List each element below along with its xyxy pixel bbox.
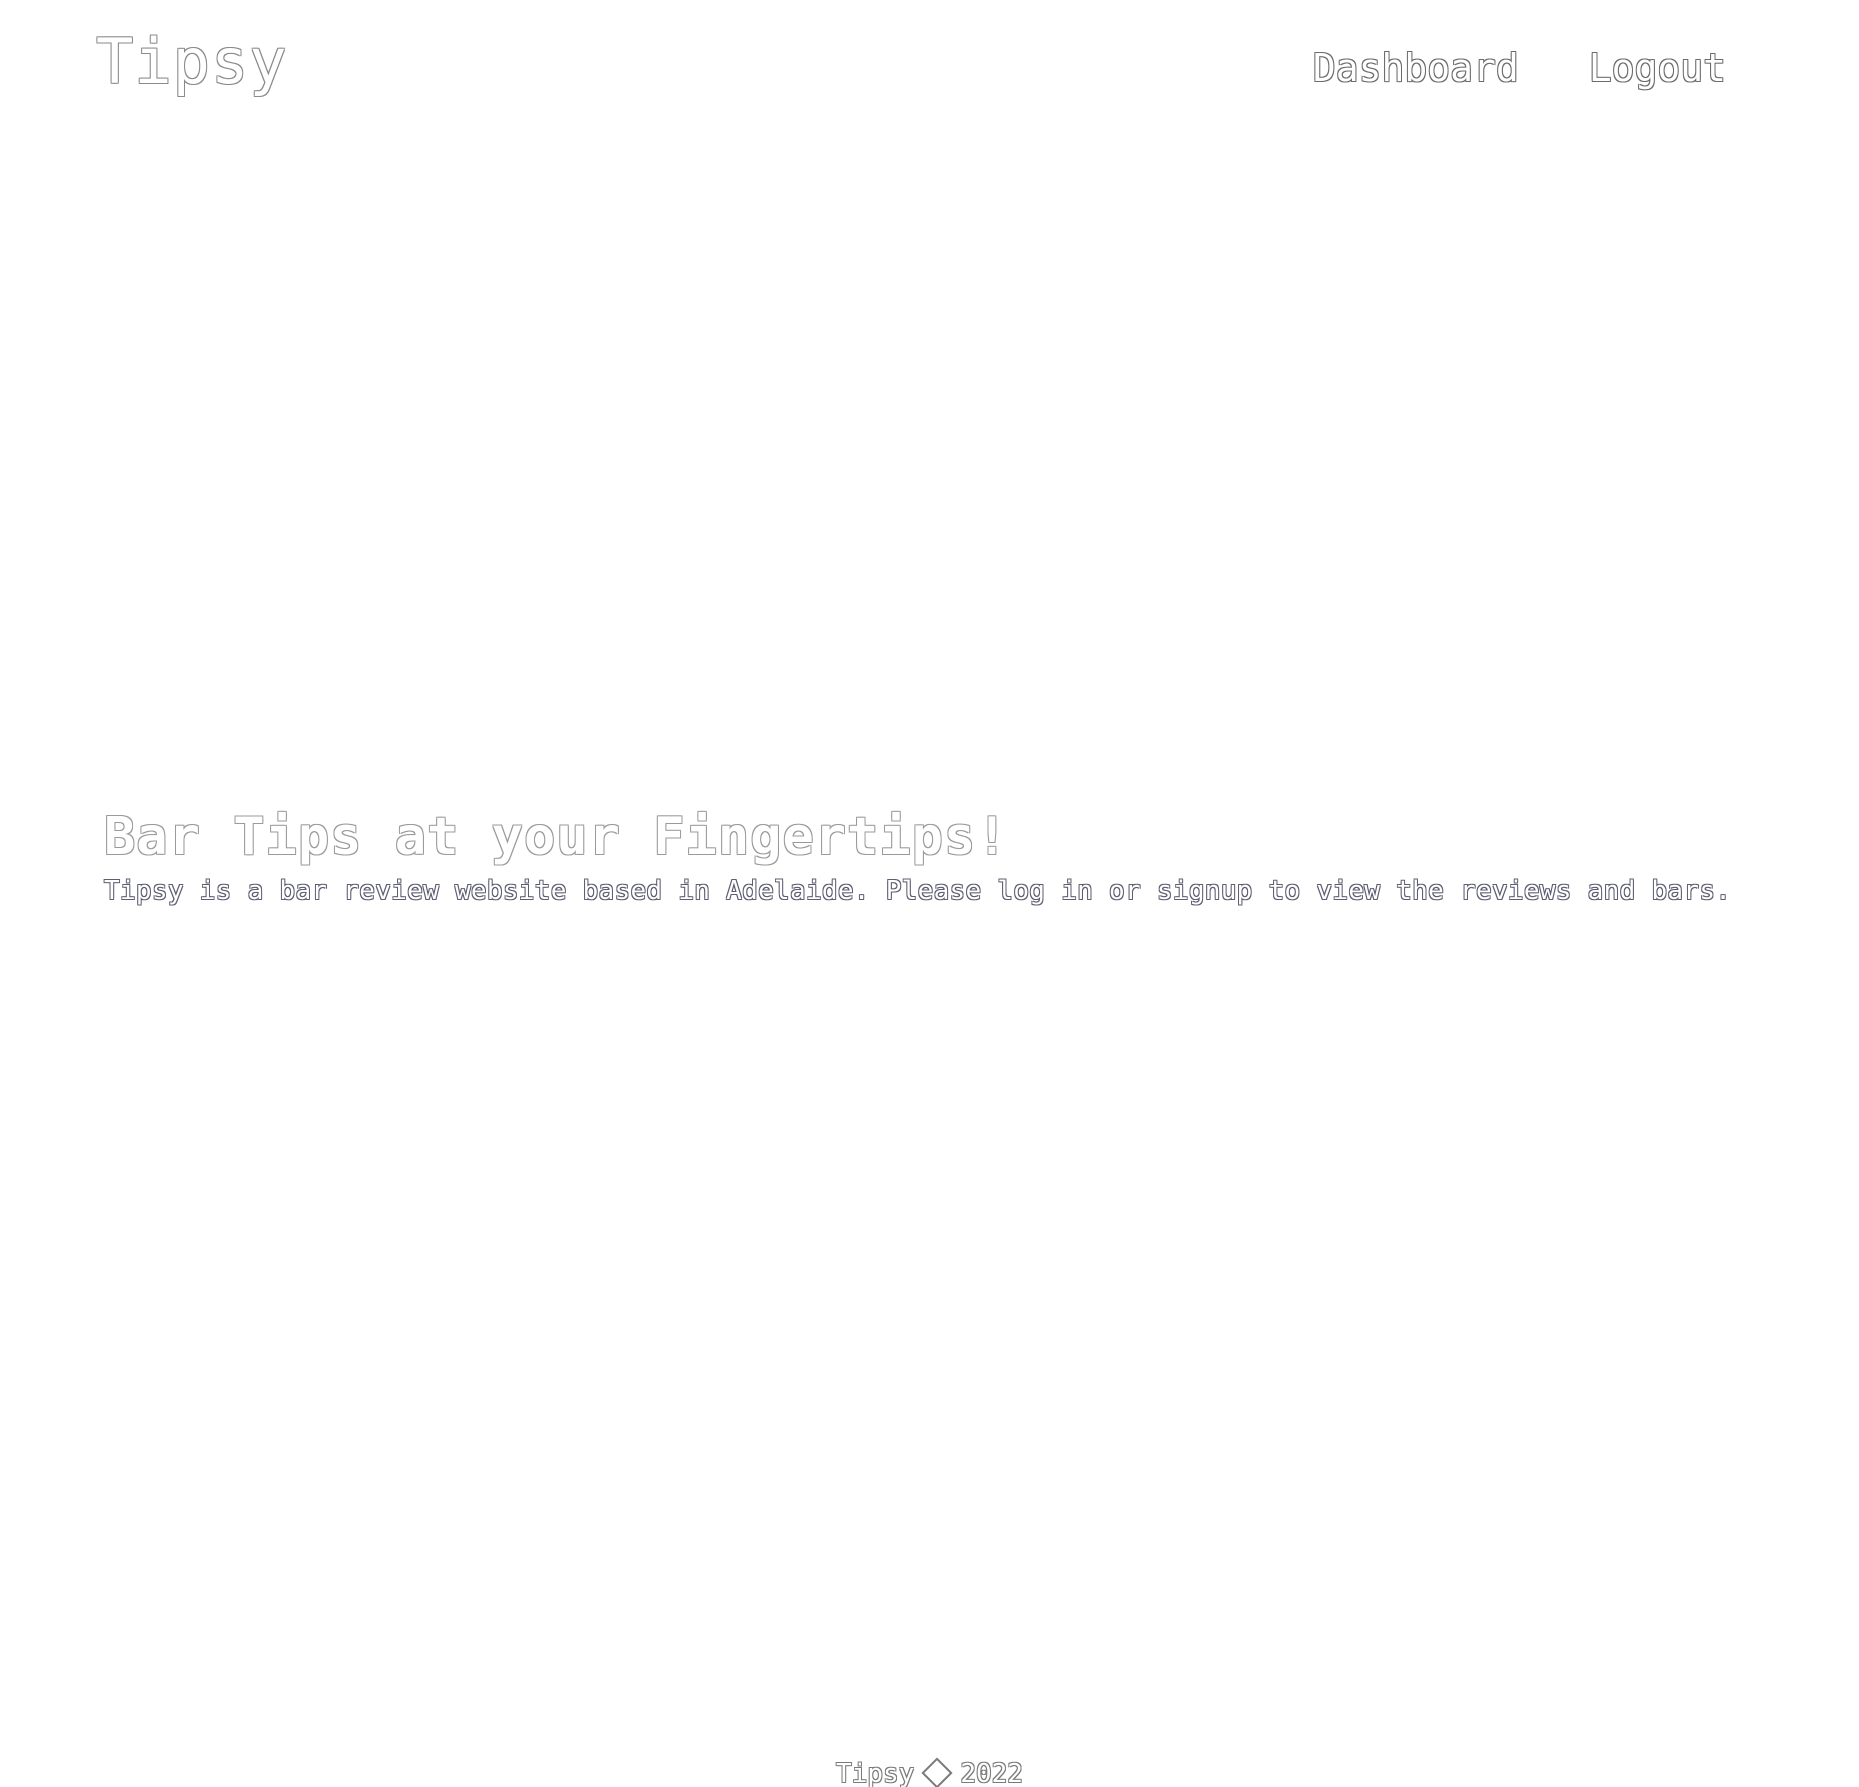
hero-section: Bar Tips at your Fingertips! Tipsy is a … xyxy=(104,806,1764,908)
brand-logo[interactable]: Tipsy xyxy=(96,26,288,98)
nav-logout-link[interactable]: Logout xyxy=(1589,44,1726,92)
nav-dashboard-link[interactable]: Dashboard xyxy=(1313,44,1519,92)
footer-brand: Tipsy xyxy=(836,1759,915,1787)
page: Tipsy Dashboard Logout Bar Tips at your … xyxy=(0,0,1859,1787)
footer-year: 2022 xyxy=(960,1759,1023,1787)
top-nav: Dashboard Logout xyxy=(1313,44,1726,92)
hero-subtitle: Tipsy is a bar review website based in A… xyxy=(104,876,1732,906)
footer: Tipsy 2022 xyxy=(0,1757,1859,1787)
copyright-icon xyxy=(921,1757,953,1787)
hero-title: Bar Tips at your Fingertips! xyxy=(104,807,1009,867)
